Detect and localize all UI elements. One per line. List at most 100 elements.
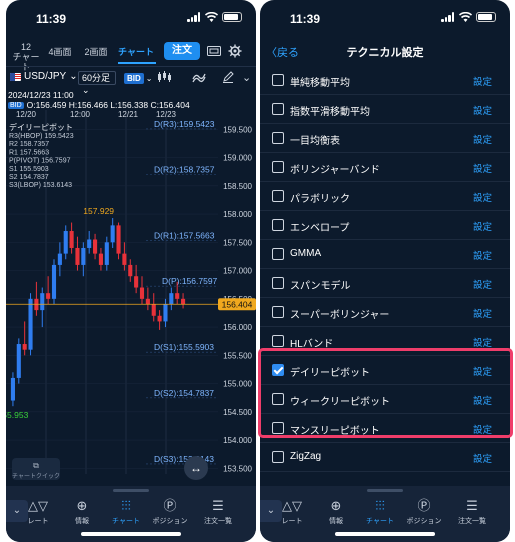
indicator-row[interactable]: パラボリック 設定	[260, 182, 510, 211]
candles-icon: ⫶⫶⫶	[121, 498, 131, 513]
home-indicator	[81, 532, 181, 536]
y-tick-label: 155.500	[223, 351, 252, 360]
chevron-down-icon[interactable]: ⌄	[242, 71, 251, 84]
indicator-icon[interactable]	[192, 71, 206, 86]
indicator-row[interactable]: GMMA 設定	[260, 240, 510, 269]
indicator-checkbox[interactable]	[272, 248, 284, 260]
pivot-label: D(S1):155.5903	[154, 342, 214, 352]
indicator-settings-link[interactable]: 設定	[473, 103, 492, 117]
candle-body	[151, 304, 156, 316]
y-tick-label: 155.000	[223, 380, 252, 389]
tab-position[interactable]: Ⓟ ポジション	[402, 498, 446, 526]
order-button[interactable]: 注文	[164, 42, 200, 60]
indicator-row[interactable]: 指数平滑移動平均 設定	[260, 95, 510, 124]
high-annotation: 157.929	[83, 206, 114, 216]
y-tick-label: 154.000	[223, 436, 252, 445]
candles-type-icon[interactable]	[156, 71, 172, 86]
indicator-checkbox[interactable]	[272, 190, 284, 202]
indicator-checkbox[interactable]	[272, 277, 284, 289]
tab-rate[interactable]: △▽ レート	[16, 498, 60, 526]
indicator-checkbox[interactable]	[272, 219, 284, 231]
list-icon: ☰	[466, 498, 478, 513]
tab-order-list[interactable]: ☰ 注文一覧	[450, 498, 494, 526]
gear-icon[interactable]	[227, 44, 243, 58]
indicator-row[interactable]: ボリンジャーバンド 設定	[260, 153, 510, 182]
pivot-legend-title: デイリーピボット	[9, 122, 73, 132]
indicator-row[interactable]: エンベロープ 設定	[260, 211, 510, 240]
tab-chart-bottom[interactable]: ⫶⫶⫶ チャート	[104, 498, 148, 526]
tab-order-list[interactable]: ☰ 注文一覧	[196, 498, 240, 526]
candle-body	[51, 264, 57, 299]
candle-body	[87, 239, 92, 248]
rate-icon: △▽	[28, 498, 48, 513]
indicator-settings-link[interactable]: 設定	[473, 277, 492, 291]
chart-screen: 11:39 12 チャート 4画面 2画面 チャート 注文 USD/JPY ⌄ …	[6, 0, 256, 542]
indicator-settings-link[interactable]: 設定	[473, 306, 492, 320]
indicator-checkbox[interactable]	[272, 74, 284, 86]
indicator-row[interactable]: 単純移動平均 設定	[260, 66, 510, 95]
drag-handle[interactable]	[367, 489, 403, 492]
x-tick-label: 12/21	[118, 110, 139, 119]
indicator-settings-link[interactable]: 設定	[473, 248, 492, 262]
tab-2-screens[interactable]: 2画面	[82, 47, 110, 57]
chart-svg[interactable]: 12/20 12:00 12/21 12/23 159.500 159.000 158.50…	[6, 110, 256, 480]
globe-icon: ⊕	[330, 498, 342, 513]
draw-pen-icon[interactable]	[222, 71, 234, 86]
tab-chart-underline	[118, 62, 156, 64]
screenshot-icon[interactable]	[206, 44, 222, 58]
indicator-checkbox[interactable]	[272, 451, 284, 463]
chart-quick-button[interactable]: ⧉ チャートクイック	[12, 458, 60, 480]
indicator-row[interactable]: スーパーボリンジャー 設定	[260, 298, 510, 327]
indicator-settings-link[interactable]: 設定	[473, 335, 492, 349]
indicator-checkbox[interactable]	[272, 306, 284, 318]
settings-header: 〈戻る テクニカル設定	[260, 38, 510, 64]
indicator-checkbox[interactable]	[272, 103, 284, 115]
indicator-label: ボリンジャーバンド	[290, 165, 380, 176]
pivot-legend-item: R3(HBOP) 159.5423	[9, 133, 74, 140]
pivot-highlight-frame	[258, 348, 513, 438]
indicator-row[interactable]: 一目均衡表 設定	[260, 124, 510, 153]
candle-body	[69, 231, 74, 248]
candle-body	[181, 298, 186, 305]
indicator-label: スーパーボリンジャー	[290, 310, 390, 321]
expand-toggle-icon[interactable]: ↔	[184, 456, 208, 480]
indicator-settings-link[interactable]: 設定	[473, 74, 492, 88]
tab-position[interactable]: Ⓟ ポジション	[148, 498, 192, 526]
indicator-settings-link[interactable]: 設定	[473, 451, 492, 465]
chart-toolbar: USD/JPY ⌄ 60分足 ⌄ BID ⌄ ⌄	[6, 66, 256, 95]
indicator-settings-link[interactable]: 設定	[473, 132, 492, 146]
candle-body	[175, 293, 180, 299]
indicator-checkbox[interactable]	[272, 161, 284, 173]
indicator-label: 単純移動平均	[290, 78, 350, 89]
battery-icon	[476, 12, 496, 22]
drag-handle[interactable]	[113, 489, 149, 492]
indicator-row[interactable]: スパンモデル 設定	[260, 269, 510, 298]
price-type-select[interactable]: BID ⌄	[124, 71, 152, 85]
indicator-label: GMMA	[290, 248, 322, 259]
indicator-checkbox[interactable]	[272, 335, 284, 347]
price-chart[interactable]: 12/20 12:00 12/21 12/23 159.500 159.000 158.50…	[6, 110, 256, 480]
pivot-legend-item: P(PIVOT) 156.7597	[9, 158, 71, 165]
y-tick-label: 157.500	[223, 238, 252, 247]
indicator-settings-link[interactable]: 設定	[473, 161, 492, 175]
candle-body	[169, 293, 174, 305]
candle-body	[157, 315, 162, 322]
currency-pair-selector[interactable]: USD/JPY ⌄	[10, 71, 78, 82]
candle-body	[163, 304, 168, 322]
indicator-settings-link[interactable]: 設定	[473, 219, 492, 233]
tab-info[interactable]: ⊕ 情報	[314, 498, 358, 526]
indicator-row[interactable]: ZigZag 設定	[260, 443, 510, 472]
globe-icon: ⊕	[76, 498, 88, 513]
timeframe-select[interactable]: 60分足 ⌄	[78, 71, 116, 95]
tab-rate[interactable]: △▽ レート	[270, 498, 314, 526]
tab-info[interactable]: ⊕ 情報	[60, 498, 104, 526]
y-tick-label: 157.000	[223, 267, 252, 276]
tab-chart-bottom[interactable]: ⫶⫶⫶ チャート	[358, 498, 402, 526]
candle-body	[116, 225, 121, 254]
pivot-label: D(S2):154.7837	[154, 388, 214, 398]
indicator-checkbox[interactable]	[272, 132, 284, 144]
tab-chart[interactable]: チャート	[116, 47, 156, 57]
tab-4-screens[interactable]: 4画面	[46, 47, 74, 57]
indicator-settings-link[interactable]: 設定	[473, 190, 492, 204]
status-time: 11:39	[36, 12, 67, 26]
